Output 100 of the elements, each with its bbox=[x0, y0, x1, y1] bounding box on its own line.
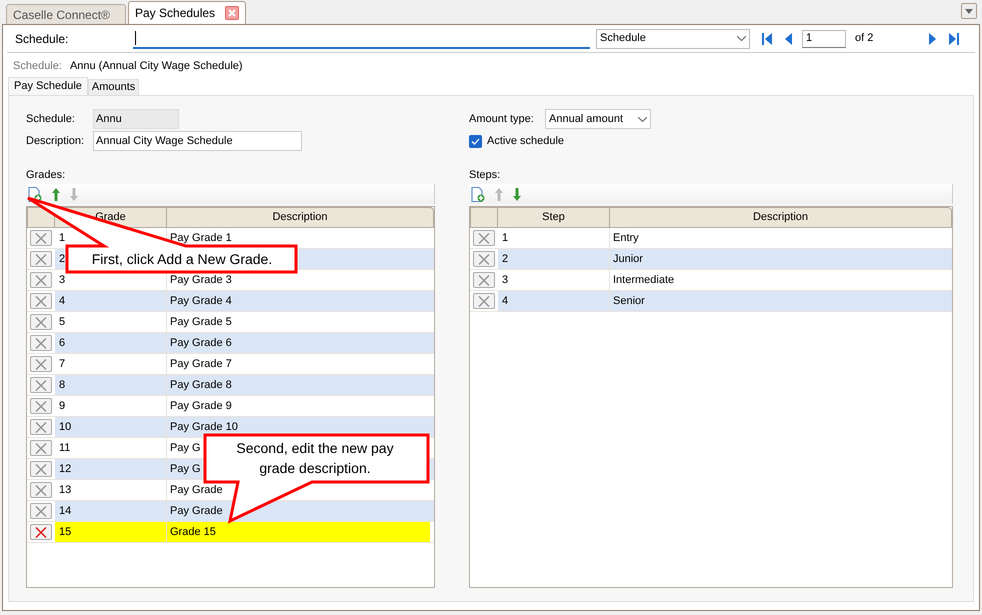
delete-row-button[interactable] bbox=[30, 272, 52, 288]
previous-page-icon[interactable] bbox=[784, 32, 794, 44]
delete-row-button[interactable] bbox=[30, 503, 52, 519]
table-cell-text: Pay Grade 6 bbox=[170, 336, 232, 351]
schedule-code-field[interactable]: Annu bbox=[93, 109, 179, 129]
table-cell-text: Intermediate bbox=[613, 272, 674, 288]
tab[interactable]: Pay Schedule bbox=[8, 77, 88, 95]
delete-row-button[interactable] bbox=[30, 335, 52, 351]
table-cell-text: 10 bbox=[59, 420, 72, 435]
delete-row-button[interactable] bbox=[473, 293, 495, 309]
delete-row-button[interactable] bbox=[30, 293, 52, 309]
tab[interactable]: Pay Schedules bbox=[128, 1, 246, 24]
schedule-label: Schedule: bbox=[13, 58, 62, 74]
delete-row-button[interactable] bbox=[473, 251, 495, 267]
table-cell-text: Pay Grade bbox=[170, 482, 223, 498]
table-cell-text: 3 bbox=[502, 272, 508, 288]
table-cell-text: Junior bbox=[613, 252, 643, 267]
x-icon bbox=[35, 274, 47, 286]
callout-text: Second, edit the new pay grade description. bbox=[235, 439, 395, 478]
first-page-icon[interactable] bbox=[762, 32, 772, 44]
field-label: Amount type: bbox=[469, 112, 535, 127]
table-cell-text: Pay G bbox=[170, 462, 201, 477]
x-icon bbox=[478, 274, 490, 286]
table-cell-text: Entry bbox=[613, 230, 639, 246]
chevron-down-icon bbox=[638, 116, 647, 122]
delete-row-button[interactable] bbox=[30, 398, 52, 414]
delete-row-button[interactable] bbox=[30, 314, 52, 330]
tab[interactable]: Amounts bbox=[88, 79, 140, 95]
menu-dropdown-button[interactable] bbox=[961, 3, 977, 19]
delete-row-button[interactable] bbox=[30, 461, 52, 477]
description-field[interactable]: Annual City Wage Schedule bbox=[93, 131, 302, 151]
x-icon bbox=[478, 296, 490, 306]
grid-title: Steps: bbox=[469, 168, 502, 183]
table-cell-text: Pay Grade bbox=[170, 504, 223, 519]
table-cell-text: 15 bbox=[59, 524, 72, 540]
delete-row-button[interactable] bbox=[30, 440, 52, 456]
table-cell-text: Pay Grade 4 bbox=[170, 294, 232, 309]
page-count: of 2 bbox=[855, 31, 874, 46]
x-icon bbox=[228, 9, 236, 17]
add-document-icon[interactable] bbox=[471, 186, 485, 202]
x-icon bbox=[35, 442, 47, 454]
x-icon bbox=[478, 254, 490, 264]
x-icon bbox=[35, 232, 47, 244]
next-page-icon[interactable] bbox=[927, 32, 937, 44]
x-icon bbox=[35, 400, 47, 412]
x-icon bbox=[35, 254, 47, 264]
table-cell-text: 1 bbox=[59, 230, 66, 246]
x-icon bbox=[35, 464, 47, 474]
table-cell-text: 14 bbox=[59, 504, 72, 519]
table-cell-text: Pay Grade 7 bbox=[170, 356, 232, 372]
table-cell-text: Pay Grade 9 bbox=[170, 398, 232, 414]
tab[interactable]: Caselle Connect® bbox=[6, 4, 126, 24]
amount-type-dropdown[interactable]: Annual amount bbox=[545, 109, 651, 129]
table-cell-text: Senior bbox=[613, 294, 645, 309]
x-icon bbox=[35, 526, 47, 538]
table-cell-text: 1 bbox=[502, 230, 508, 246]
column-header: Description bbox=[610, 207, 952, 228]
table-cell-text: 2 bbox=[59, 252, 66, 267]
delete-row-button[interactable] bbox=[30, 251, 52, 267]
x-icon bbox=[35, 484, 47, 496]
page-field[interactable]: 1 bbox=[802, 30, 846, 48]
x-icon bbox=[35, 422, 47, 432]
delete-row-button[interactable] bbox=[30, 377, 52, 393]
grid-title: Grades: bbox=[26, 168, 66, 183]
last-page-icon[interactable] bbox=[949, 32, 959, 44]
field-label: Schedule: bbox=[26, 112, 76, 127]
lookup-dropdown[interactable]: Schedule bbox=[596, 28, 750, 48]
x-icon bbox=[478, 232, 490, 244]
field-label: Description: bbox=[26, 134, 86, 149]
arrow-up-icon[interactable] bbox=[52, 188, 60, 200]
table-cell-text: 12 bbox=[59, 462, 72, 477]
table-cell-text: 5 bbox=[59, 314, 66, 330]
table-cell-text: 4 bbox=[59, 294, 66, 309]
delete-row-button[interactable] bbox=[30, 524, 52, 540]
table-cell-text: 3 bbox=[59, 272, 66, 288]
callout-text: First, click Add a New Grade. bbox=[90, 250, 274, 269]
delete-row-button[interactable] bbox=[473, 272, 495, 288]
checkbox-label: Active schedule bbox=[487, 134, 564, 149]
delete-row-button[interactable] bbox=[30, 482, 52, 498]
table-cell-text: 8 bbox=[59, 378, 66, 393]
table-cell-text: Pay Grade 1 bbox=[170, 230, 232, 246]
schedule-value: Annu (Annual City Wage Schedule) bbox=[70, 58, 243, 74]
close-icon[interactable] bbox=[225, 6, 240, 20]
table-cell-text: 11 bbox=[59, 440, 70, 456]
x-icon bbox=[35, 316, 47, 328]
delete-row-button[interactable] bbox=[30, 419, 52, 435]
arrow-down-icon[interactable] bbox=[513, 188, 521, 200]
table-cell-text: Pay Grade 3 bbox=[170, 272, 232, 288]
checkbox[interactable] bbox=[469, 134, 482, 148]
table-cell-text: Pay Grade 8 bbox=[170, 378, 232, 393]
chevron-down-icon bbox=[737, 36, 746, 41]
x-icon bbox=[35, 506, 47, 516]
delete-row-button[interactable] bbox=[30, 230, 52, 246]
table-cell-text: Pay Grade 10 bbox=[170, 420, 238, 435]
delete-row-button[interactable] bbox=[473, 230, 495, 246]
table-cell-text: 7 bbox=[59, 356, 66, 372]
x-icon bbox=[35, 358, 47, 370]
delete-row-button[interactable] bbox=[30, 356, 52, 372]
table-cell-text: Pay G bbox=[170, 440, 201, 456]
check-icon bbox=[471, 138, 480, 144]
